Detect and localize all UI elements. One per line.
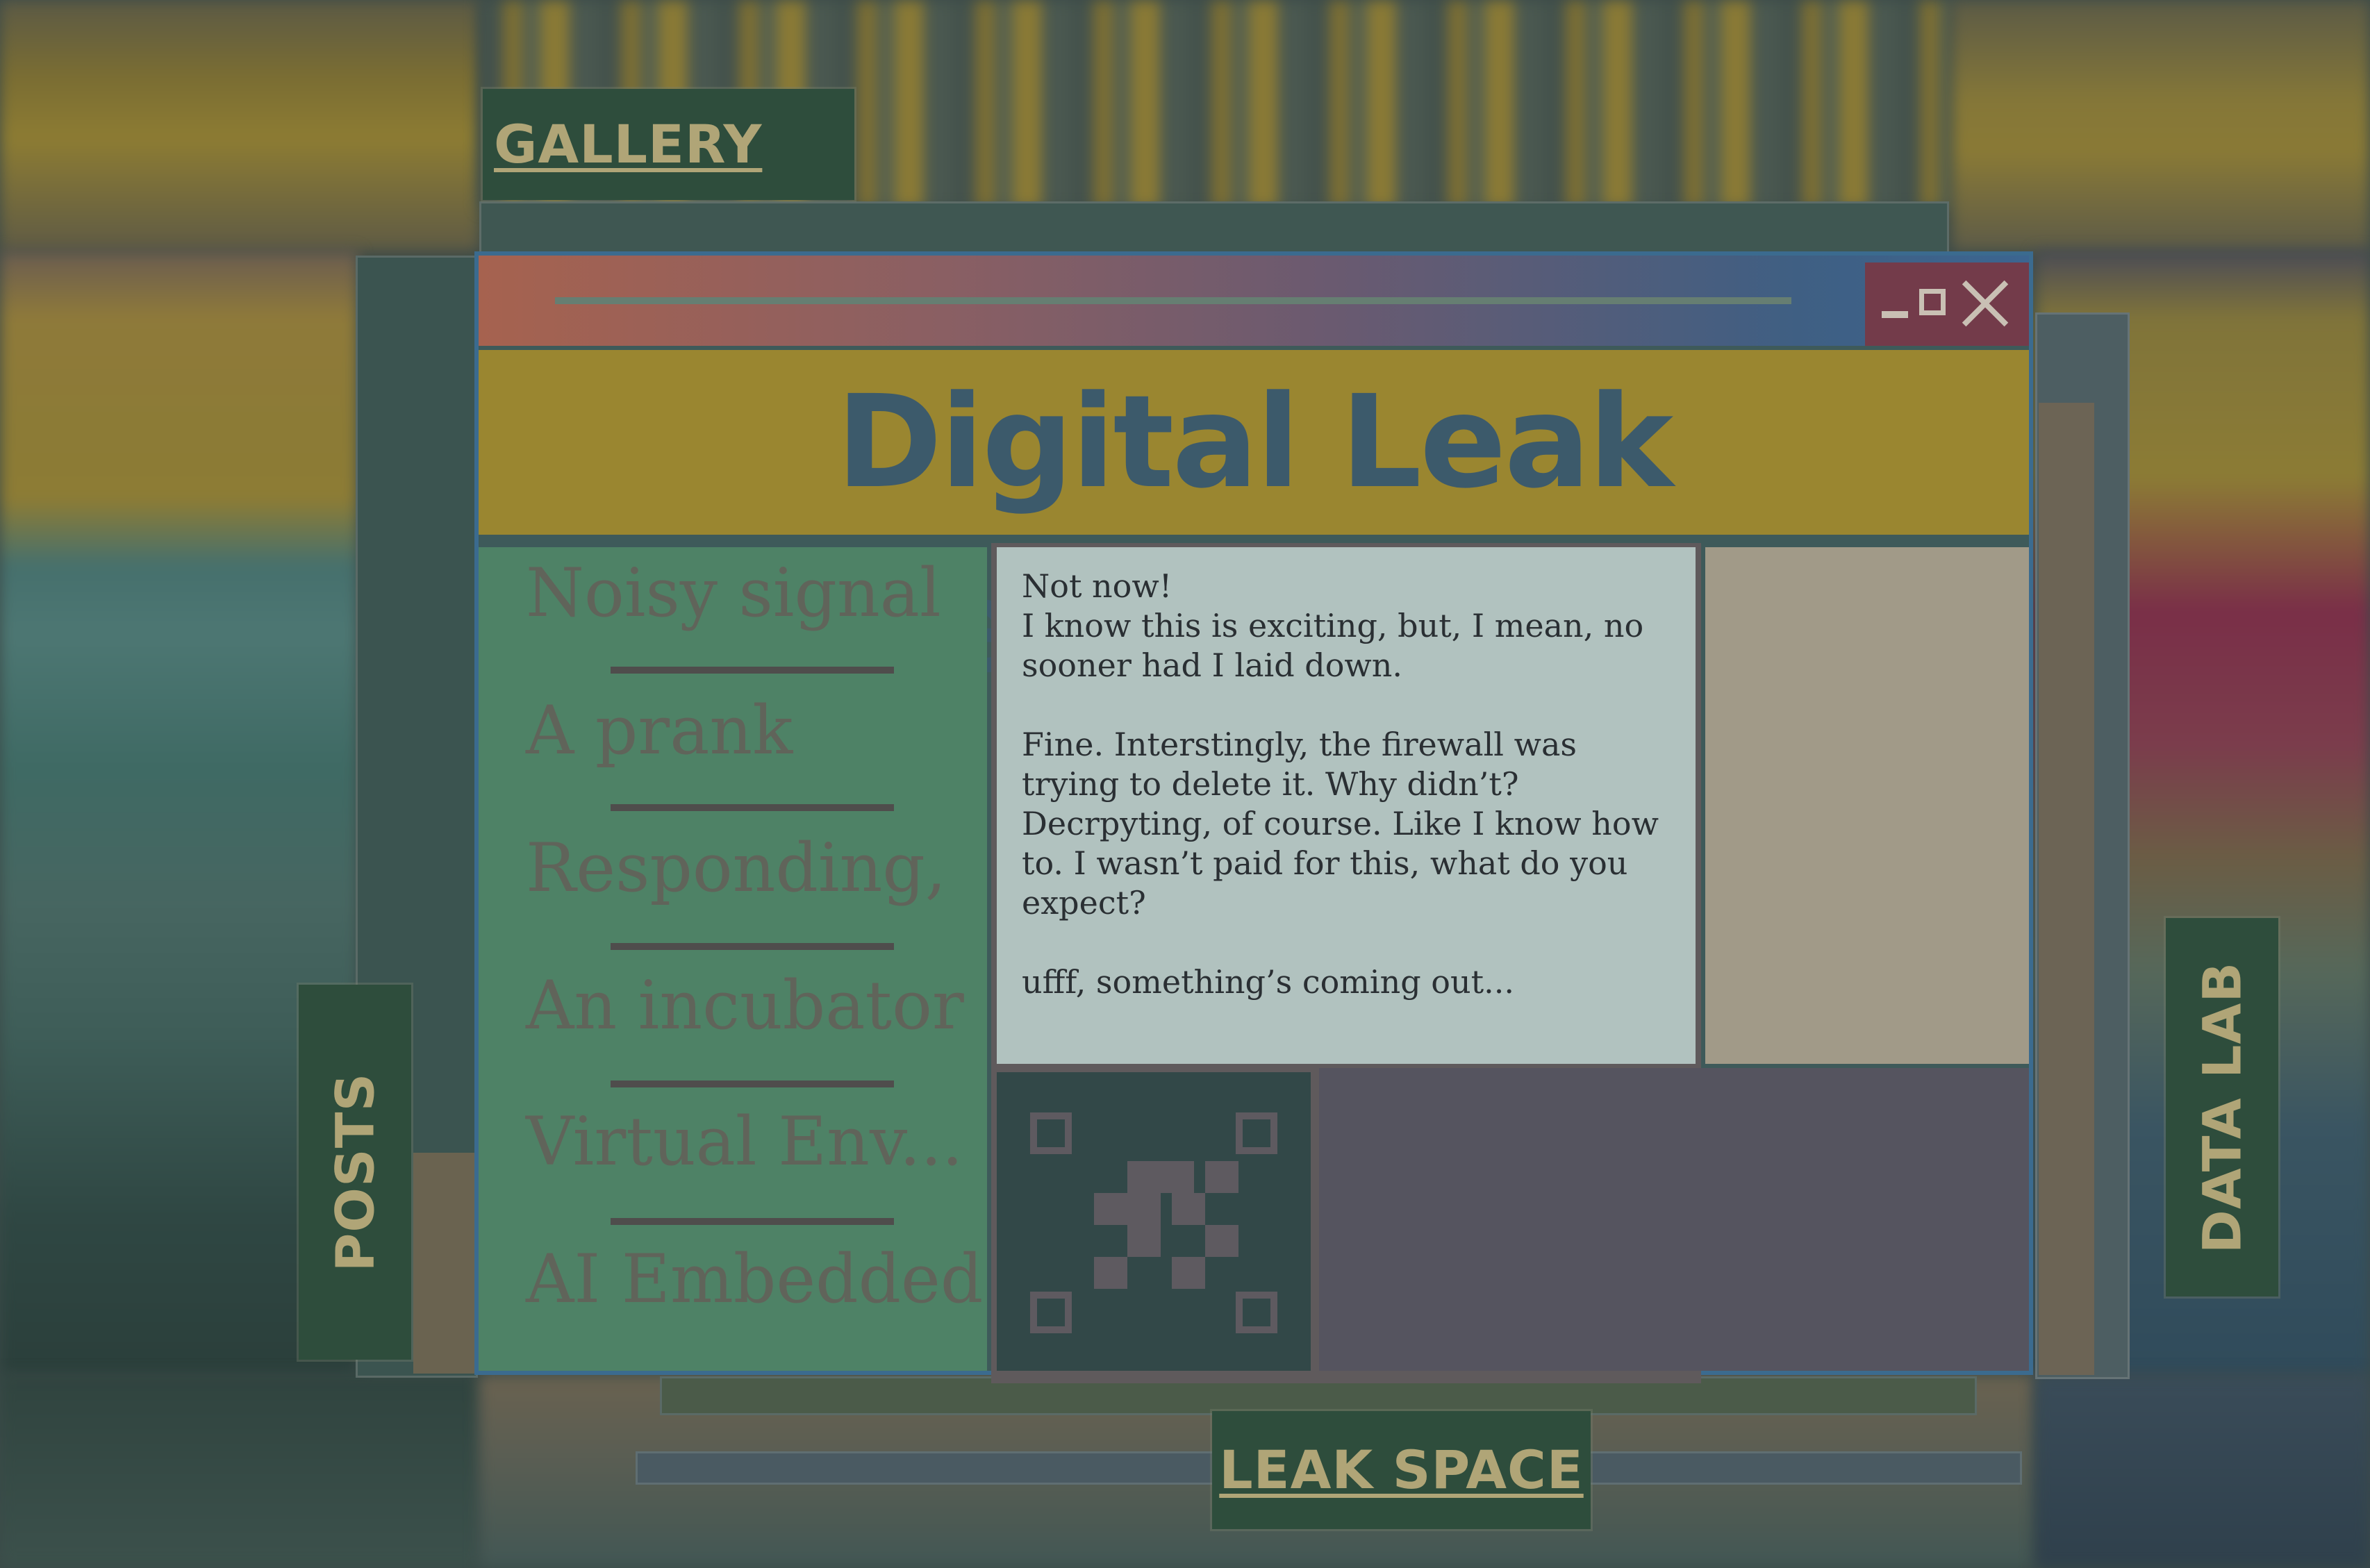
- qr-finder: [1236, 1112, 1277, 1154]
- background-panel: [2039, 403, 2094, 1375]
- window-controls: [1865, 262, 2029, 346]
- background-tile: [2035, 1375, 2370, 1568]
- nav-tab-posts[interactable]: POSTS: [299, 985, 411, 1360]
- qr-finder: [1030, 1112, 1072, 1154]
- side-panel: [1705, 547, 2029, 1064]
- qr-code-icon: [997, 1072, 1311, 1371]
- menu-divider: [611, 667, 894, 674]
- menu-item-noisy-signal[interactable]: Noisy signal: [526, 554, 984, 632]
- menu-divider: [611, 804, 894, 811]
- nav-tab-leak-space[interactable]: LEAK SPACE: [1212, 1411, 1591, 1529]
- qr-module: [1127, 1161, 1161, 1193]
- background-tile: [0, 0, 479, 251]
- window-titlebar[interactable]: [479, 256, 2029, 346]
- menu-divider: [611, 1081, 894, 1087]
- menu-divider: [611, 943, 894, 950]
- qr-finder: [1030, 1292, 1072, 1333]
- nav-tab-data-lab-label: DATA LAB: [2191, 961, 2253, 1253]
- qr-module: [1127, 1193, 1161, 1225]
- maximize-icon[interactable]: [1919, 289, 1946, 315]
- titlebar-line: [555, 297, 1791, 304]
- nav-tab-data-lab[interactable]: DATA LAB: [2166, 918, 2278, 1296]
- qr-module: [1094, 1193, 1127, 1225]
- nav-tab-posts-label: POSTS: [324, 1072, 386, 1272]
- chat-message: Not now! I know this is exciting, but, I…: [997, 547, 1696, 1064]
- page-title: Digital Leak Responding: [479, 350, 2029, 701]
- menu-item-virtual-env[interactable]: Virtual Env...: [526, 1103, 984, 1181]
- menu-item-an-incubator[interactable]: An incubator: [526, 967, 984, 1044]
- minimize-icon[interactable]: [1882, 311, 1908, 318]
- qr-module: [1172, 1193, 1205, 1225]
- side-menu: Noisy signal A prank Responding, An incu…: [479, 547, 987, 1371]
- nav-tab-gallery[interactable]: GALLERY: [483, 89, 854, 200]
- menu-item-responding[interactable]: Responding,: [526, 829, 984, 907]
- menu-item-ai-embedded[interactable]: AI Embedded: [526, 1240, 984, 1318]
- close-icon[interactable]: [1955, 274, 2015, 333]
- background-tile: [0, 1375, 479, 1568]
- info-panel: [1319, 1068, 2029, 1371]
- qr-module: [1205, 1225, 1238, 1257]
- menu-divider: [611, 1218, 894, 1225]
- qr-module: [1172, 1257, 1205, 1289]
- qr-module: [1094, 1257, 1127, 1289]
- qr-finder: [1236, 1292, 1277, 1333]
- qr-module: [1127, 1225, 1161, 1257]
- qr-module: [1205, 1161, 1238, 1193]
- qr-module: [1161, 1161, 1194, 1193]
- background-panel: [413, 1153, 476, 1374]
- main-window: Digital Leak Responding Noisy signal A p…: [474, 251, 2033, 1383]
- background-tile: [1952, 0, 2370, 251]
- menu-item-a-prank[interactable]: A prank: [526, 692, 984, 769]
